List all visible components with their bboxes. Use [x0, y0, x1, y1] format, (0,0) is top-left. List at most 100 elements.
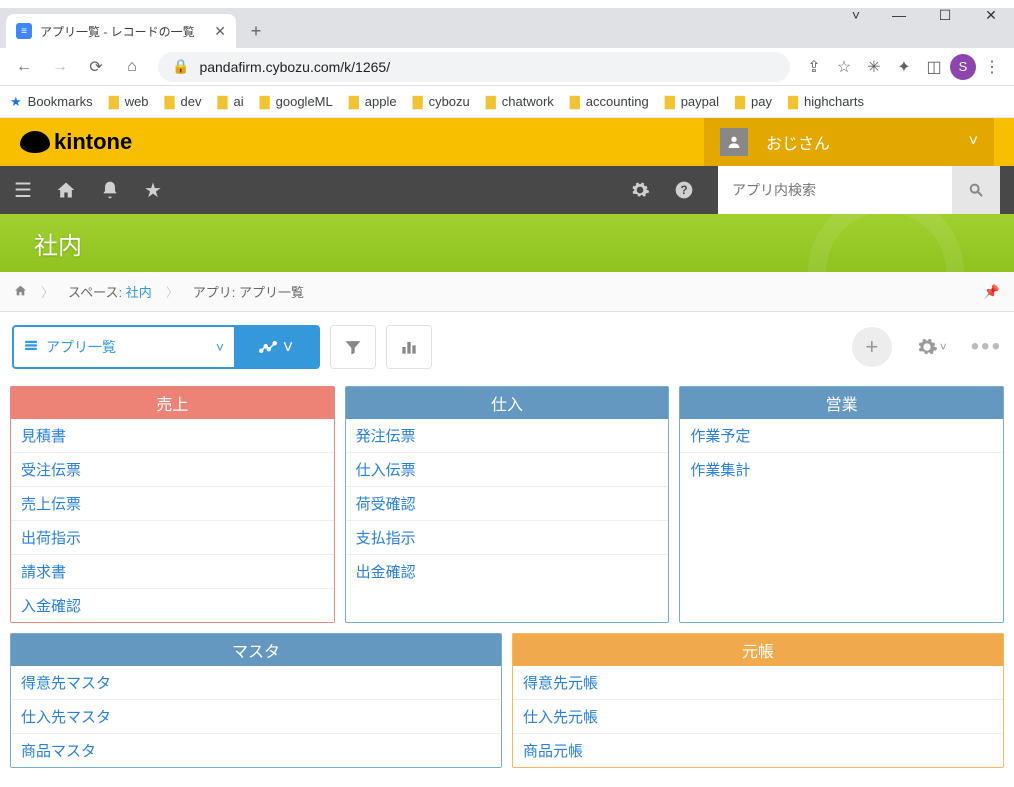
browser-tab[interactable]: ≡ アプリ一覧 - レコードの一覧 ✕ — [6, 14, 236, 48]
view-toolbar: アプリ一覧 ˅ ˅ + ˅ ••• — [0, 312, 1014, 382]
breadcrumb-separator: 〉 — [166, 282, 179, 301]
card-item-link[interactable]: 得意先元帳 — [513, 666, 1003, 700]
breadcrumb-space-link[interactable]: 社内 — [126, 285, 152, 300]
kintone-logo[interactable]: kintone — [20, 129, 132, 155]
page-title: 社内 — [34, 226, 82, 261]
settings-menu[interactable]: ˅ — [916, 336, 947, 358]
address-bar: ← → ⟳ ⌂ 🔒 pandafirm.cybozu.com/k/1265/ ⇪… — [0, 48, 1014, 86]
share-icon[interactable]: ⇪ — [800, 53, 828, 81]
user-menu[interactable]: おじさん ˅ — [704, 118, 994, 166]
folder-icon: ▇ — [109, 94, 119, 110]
folder-icon: ▇ — [735, 94, 745, 110]
bookmark-label: paypal — [681, 94, 719, 109]
nav-back-button[interactable]: ← — [8, 51, 40, 83]
bookmark-item[interactable]: ▇ ai — [218, 94, 244, 110]
help-icon[interactable]: ? — [674, 180, 694, 200]
card-item-link[interactable]: 仕入伝票 — [346, 453, 669, 487]
card-item-link[interactable]: 仕入先元帳 — [513, 700, 1003, 734]
breadcrumb-home-icon[interactable] — [14, 284, 27, 300]
url-input[interactable]: 🔒 pandafirm.cybozu.com/k/1265/ — [158, 52, 790, 82]
card-title: 仕入 — [346, 387, 669, 419]
filter-button[interactable] — [330, 325, 376, 369]
tab-title: アプリ一覧 - レコードの一覧 — [40, 23, 195, 40]
bookmark-item[interactable]: ▇dev — [165, 94, 202, 110]
menu-icon[interactable]: ☰ — [14, 178, 32, 203]
card-item-link[interactable]: 荷受確認 — [346, 487, 669, 521]
window-close[interactable]: ✕ — [968, 0, 1014, 30]
tab-close-icon[interactable]: ✕ — [214, 23, 226, 40]
kintone-header: kintone おじさん ˅ — [0, 118, 1014, 166]
window-dropdown[interactable]: ˅ — [836, 0, 876, 30]
bookmark-item[interactable]: ▇web — [109, 94, 149, 110]
lock-icon: 🔒 — [172, 58, 189, 75]
card-item-link[interactable]: 出荷指示 — [11, 521, 334, 555]
folder-icon: ▇ — [218, 94, 228, 110]
card-ledger: 元帳 得意先元帳仕入先元帳商品元帳 — [512, 633, 1004, 768]
home-icon[interactable] — [56, 180, 76, 200]
browser-menu-icon[interactable]: ⋮ — [978, 53, 1006, 81]
bookmark-label: pay — [751, 94, 772, 109]
gear-icon[interactable] — [630, 180, 650, 200]
kintone-logo-text: kintone — [54, 129, 132, 155]
card-item-link[interactable]: 見積書 — [11, 419, 334, 453]
folder-icon: ▇ — [788, 94, 798, 110]
search-input[interactable] — [718, 182, 952, 198]
folder-icon: ▇ — [486, 94, 496, 110]
card-business: 営業 作業予定作業集計 — [679, 386, 1004, 623]
window-maximize[interactable]: ☐ — [922, 0, 968, 30]
bookmark-bar: ★Bookmarks ▇web ▇dev ▇ ai ▇googleML ▇apple ▇cyb… — [0, 86, 1014, 118]
card-item-link[interactable]: 入金確認 — [11, 589, 334, 622]
add-record-button[interactable]: + — [852, 327, 892, 367]
card-item-link[interactable]: 受注伝票 — [11, 453, 334, 487]
bookmark-item[interactable]: ▇ chatwork — [486, 94, 554, 110]
pin-icon[interactable]: 📌 — [984, 284, 1000, 300]
nav-forward-button[interactable]: → — [44, 51, 76, 83]
bookmark-label: chatwork — [502, 94, 554, 109]
card-item-link[interactable]: 作業集計 — [680, 453, 1003, 486]
card-item-link[interactable]: 請求書 — [11, 555, 334, 589]
bookmark-label: ai — [234, 94, 244, 109]
view-selector[interactable]: アプリ一覧 ˅ ˅ — [12, 325, 320, 369]
nav-home-button[interactable]: ⌂ — [116, 51, 148, 83]
card-item-link[interactable]: 仕入先マスタ — [11, 700, 501, 734]
card-item-link[interactable]: 得意先マスタ — [11, 666, 501, 700]
bookmark-item[interactable]: ▇googleML — [260, 94, 333, 110]
chevron-down-icon: ˅ — [283, 337, 294, 358]
nav-reload-button[interactable]: ⟳ — [80, 51, 112, 83]
bookmark-item[interactable]: ▇cybozu — [413, 94, 470, 110]
sidepanel-icon[interactable]: ◫ — [920, 53, 948, 81]
extension-icon[interactable]: ✳ — [860, 53, 888, 81]
page-title-band: 社内 — [0, 214, 1014, 272]
profile-avatar[interactable]: S — [950, 54, 976, 80]
new-tab-button[interactable]: + — [242, 17, 270, 45]
bookmark-item[interactable]: ★Bookmarks — [10, 94, 93, 110]
card-item-link[interactable]: 出金確認 — [346, 555, 669, 588]
bell-icon[interactable] — [100, 180, 120, 200]
folder-icon: ▇ — [570, 94, 580, 110]
card-item-link[interactable]: 発注伝票 — [346, 419, 669, 453]
card-item-link[interactable]: 商品元帳 — [513, 734, 1003, 767]
bookmark-item[interactable]: ▇ pay — [735, 94, 772, 110]
card-item-link[interactable]: 売上伝票 — [11, 487, 334, 521]
user-avatar-icon — [720, 128, 748, 156]
folder-icon: ▇ — [413, 94, 423, 110]
card-item-link[interactable]: 商品マスタ — [11, 734, 501, 767]
card-item-link[interactable]: 支払指示 — [346, 521, 669, 555]
extensions-puzzle-icon[interactable]: ✦ — [890, 53, 918, 81]
card-title: 元帳 — [513, 634, 1003, 666]
more-menu[interactable]: ••• — [971, 333, 1002, 361]
bookmark-item[interactable]: ▇apple — [349, 94, 397, 110]
window-minimize[interactable]: — — [876, 0, 922, 30]
bookmark-item[interactable]: ▇highcharts — [788, 94, 864, 110]
graph-view-button[interactable]: ˅ — [234, 327, 318, 367]
bookmark-star-icon[interactable]: ☆ — [830, 53, 858, 81]
chart-button[interactable] — [386, 325, 432, 369]
bookmark-item[interactable]: ▇accounting — [570, 94, 649, 110]
url-text: pandafirm.cybozu.com/k/1265/ — [199, 59, 390, 75]
bookmark-item[interactable]: ▇paypal — [665, 94, 719, 110]
svg-text:?: ? — [680, 184, 687, 197]
card-title: 営業 — [680, 387, 1003, 419]
search-button[interactable] — [952, 166, 1000, 214]
card-item-link[interactable]: 作業予定 — [680, 419, 1003, 453]
star-icon[interactable]: ★ — [144, 178, 162, 203]
